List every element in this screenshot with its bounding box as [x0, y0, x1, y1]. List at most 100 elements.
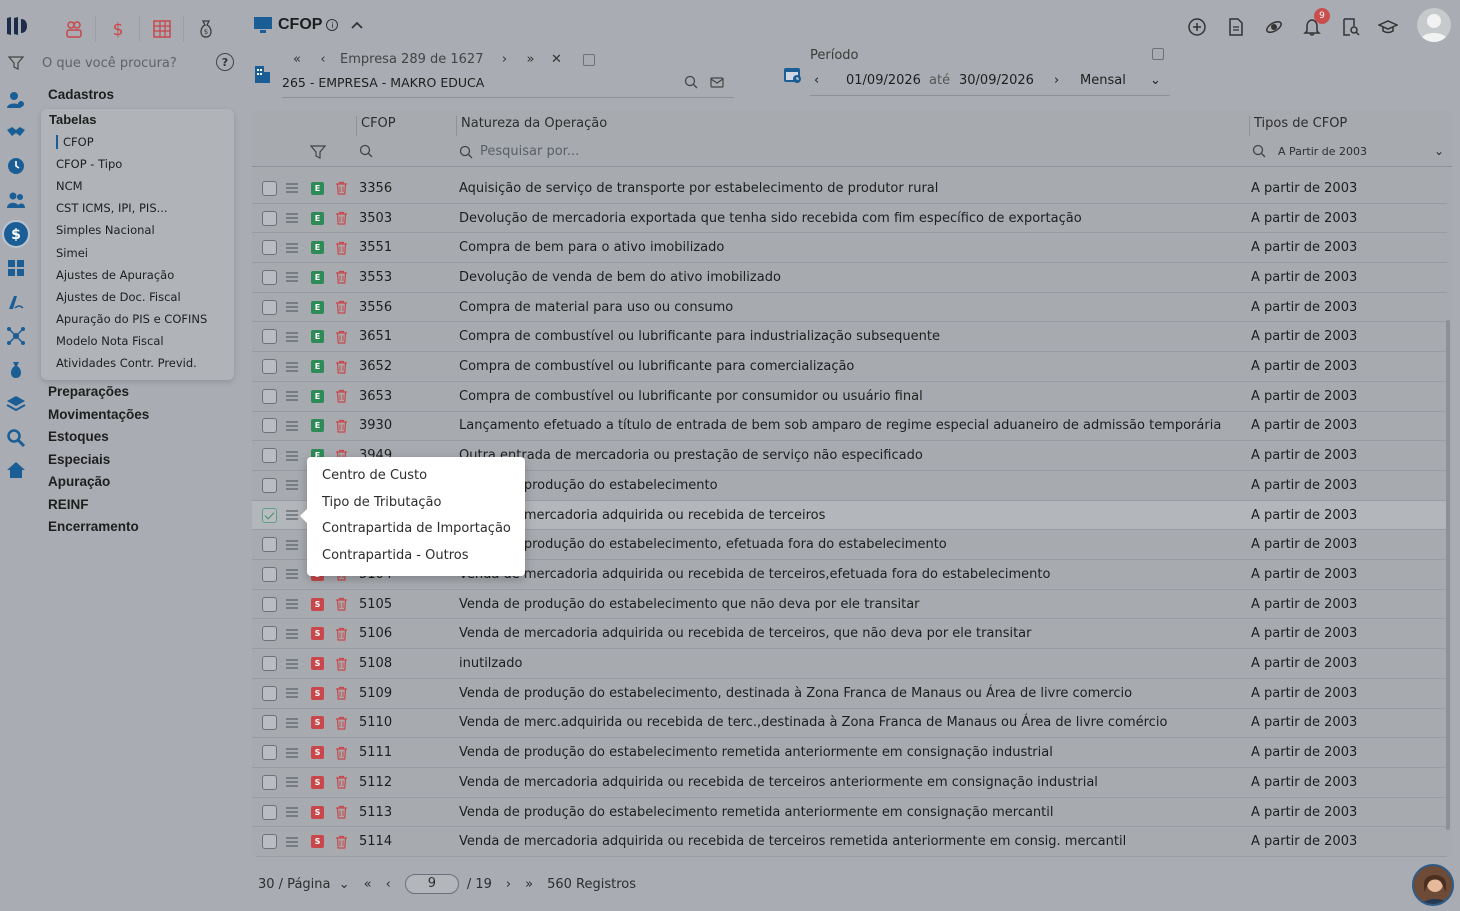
table-row[interactable]: S 5110 Venda de merc.adquirida ou recebida…: [252, 709, 1447, 739]
row-checkbox[interactable]: [262, 477, 277, 493]
submenu-item-ncm[interactable]: NCM: [56, 179, 83, 193]
row-checkbox[interactable]: [262, 269, 277, 285]
hamburger-menu-icon[interactable]: [286, 688, 298, 698]
hamburger-menu-icon[interactable]: [286, 183, 298, 193]
trash-icon[interactable]: [335, 241, 348, 255]
document-icon[interactable]: [1225, 16, 1247, 38]
trash-icon[interactable]: [335, 597, 348, 611]
table-row[interactable]: E 3653 Compra de combustível ou lubrifican…: [252, 382, 1447, 412]
handshake-icon[interactable]: [4, 120, 28, 144]
trash-icon[interactable]: [335, 775, 348, 789]
table-row[interactable]: S 5108 inutilzado A partir de 2003: [252, 649, 1447, 679]
submenu-item-modelo-nf[interactable]: Modelo Nota Fiscal: [56, 334, 164, 348]
nav-section-apuracao[interactable]: Apuração: [48, 471, 238, 494]
row-checkbox[interactable]: [262, 507, 277, 523]
row-checkbox[interactable]: [262, 388, 277, 404]
nav-search-input[interactable]: O que você procura?: [42, 56, 177, 71]
prev-page-button[interactable]: ‹: [386, 877, 391, 892]
hamburger-menu-icon[interactable]: [286, 837, 298, 847]
people-icon[interactable]: [4, 188, 28, 212]
satellite-icon[interactable]: [1263, 16, 1285, 38]
table-row[interactable]: E 3503 Devolução de mercadoria exportada q…: [252, 204, 1447, 234]
spreadsheet-module-icon[interactable]: [140, 16, 184, 42]
mail-icon[interactable]: [710, 75, 724, 89]
table-row[interactable]: E 3651 Compra de combustível ou lubrifican…: [252, 323, 1447, 353]
hamburger-menu-icon[interactable]: [286, 599, 298, 609]
first-page-button[interactable]: «: [364, 877, 372, 892]
row-checkbox[interactable]: [262, 180, 277, 196]
nav-section-reinf[interactable]: REINF: [48, 494, 238, 517]
hamburger-menu-icon[interactable]: [286, 480, 298, 490]
table-row[interactable]: E 3553 Devolução de venda de bem do ativo …: [252, 263, 1447, 293]
hamburger-menu-icon[interactable]: [286, 629, 298, 639]
search-icon[interactable]: [684, 75, 698, 89]
row-checkbox[interactable]: [262, 834, 277, 850]
table-row[interactable]: S 5111 Venda de produção do estabeleciment…: [252, 738, 1447, 768]
trash-icon[interactable]: [335, 419, 348, 433]
submenu-item-cfop-tipo[interactable]: CFOP - Tipo: [56, 157, 122, 171]
row-checkbox[interactable]: [262, 329, 277, 345]
dollar-icon[interactable]: $: [4, 222, 28, 246]
nav-section-estoques[interactable]: Estoques: [48, 426, 238, 449]
page-input[interactable]: 9: [404, 874, 459, 894]
row-checkbox[interactable]: [262, 299, 277, 315]
chevron-up-icon[interactable]: [350, 20, 364, 30]
row-checkbox[interactable]: [262, 240, 277, 256]
table-row[interactable]: E 3652 Compra de combustível ou lubrifican…: [252, 352, 1447, 382]
help-icon[interactable]: ?: [216, 53, 234, 71]
row-checkbox[interactable]: [262, 715, 277, 731]
submenu-item-simei[interactable]: Simei: [56, 246, 88, 260]
money-bag-module-icon[interactable]: $: [184, 16, 228, 42]
trash-icon[interactable]: [335, 300, 348, 314]
nav-section-cadastros[interactable]: Cadastros: [48, 84, 238, 107]
row-checkbox[interactable]: [262, 448, 277, 464]
menu-item-contrapartida-outros[interactable]: Contrapartida - Outros: [322, 548, 468, 563]
hamburger-menu-icon[interactable]: [286, 450, 298, 461]
report-search-icon[interactable]: [1339, 16, 1361, 38]
user-config-icon[interactable]: [4, 88, 28, 112]
user-avatar[interactable]: [1417, 8, 1451, 42]
per-page-select[interactable]: 30 / Página ⌄: [258, 877, 350, 892]
column-header-tipos[interactable]: Tipos de CFOP: [1249, 116, 1347, 136]
next-empresa-button[interactable]: ›: [491, 52, 517, 67]
hamburger-menu-icon[interactable]: [286, 302, 298, 312]
first-empresa-button[interactable]: «: [284, 52, 310, 67]
hamburger-menu-icon[interactable]: [286, 421, 298, 431]
filter-icon[interactable]: [8, 55, 24, 71]
app-logo-icon[interactable]: [5, 14, 29, 38]
trash-icon[interactable]: [335, 389, 348, 403]
submenu-item-pis-cofins[interactable]: Apuração do PIS e COFINS: [56, 312, 207, 326]
submenu-item-ajustes-doc[interactable]: Ajustes de Doc. Fiscal: [56, 290, 181, 304]
layers-icon[interactable]: [4, 392, 28, 416]
prev-empresa-button[interactable]: ‹: [310, 52, 336, 67]
row-checkbox[interactable]: [262, 626, 277, 642]
last-empresa-button[interactable]: »: [517, 52, 543, 67]
nav-section-especiais[interactable]: Especiais: [48, 449, 238, 472]
hamburger-menu-icon[interactable]: [286, 658, 298, 669]
row-checkbox[interactable]: [262, 566, 277, 582]
trash-icon[interactable]: [335, 181, 348, 195]
hamburger-menu-icon[interactable]: [286, 747, 298, 758]
hamburger-menu-icon[interactable]: [286, 718, 298, 728]
hamburger-menu-icon[interactable]: [286, 361, 298, 372]
row-checkbox[interactable]: [262, 359, 277, 375]
submenu-title[interactable]: Tabelas: [49, 112, 96, 127]
filter-icon[interactable]: [310, 144, 326, 160]
cfop-search-icon[interactable]: [359, 144, 373, 158]
next-page-button[interactable]: ›: [506, 877, 511, 892]
menu-item-tipo-tributacao[interactable]: Tipo de Tributação: [322, 495, 441, 510]
dollar-module-icon[interactable]: $: [96, 16, 140, 42]
nav-section-encerramento[interactable]: Encerramento: [48, 516, 238, 539]
trash-icon[interactable]: [335, 835, 348, 849]
hamburger-menu-icon[interactable]: [286, 391, 298, 401]
row-checkbox[interactable]: [262, 596, 277, 612]
trash-icon[interactable]: [335, 330, 348, 344]
trash-icon[interactable]: [335, 805, 348, 819]
submenu-item-ajustes-apuracao[interactable]: Ajustes de Apuração: [56, 268, 174, 282]
trash-icon[interactable]: [335, 211, 348, 225]
trash-icon[interactable]: [335, 746, 348, 760]
clock-icon[interactable]: [4, 154, 28, 178]
last-page-button[interactable]: »: [525, 877, 533, 892]
table-row[interactable]: S 5113 Venda de produção do estabeleciment…: [252, 798, 1447, 828]
submenu-item-cst[interactable]: CST ICMS, IPI, PIS...: [56, 201, 168, 215]
